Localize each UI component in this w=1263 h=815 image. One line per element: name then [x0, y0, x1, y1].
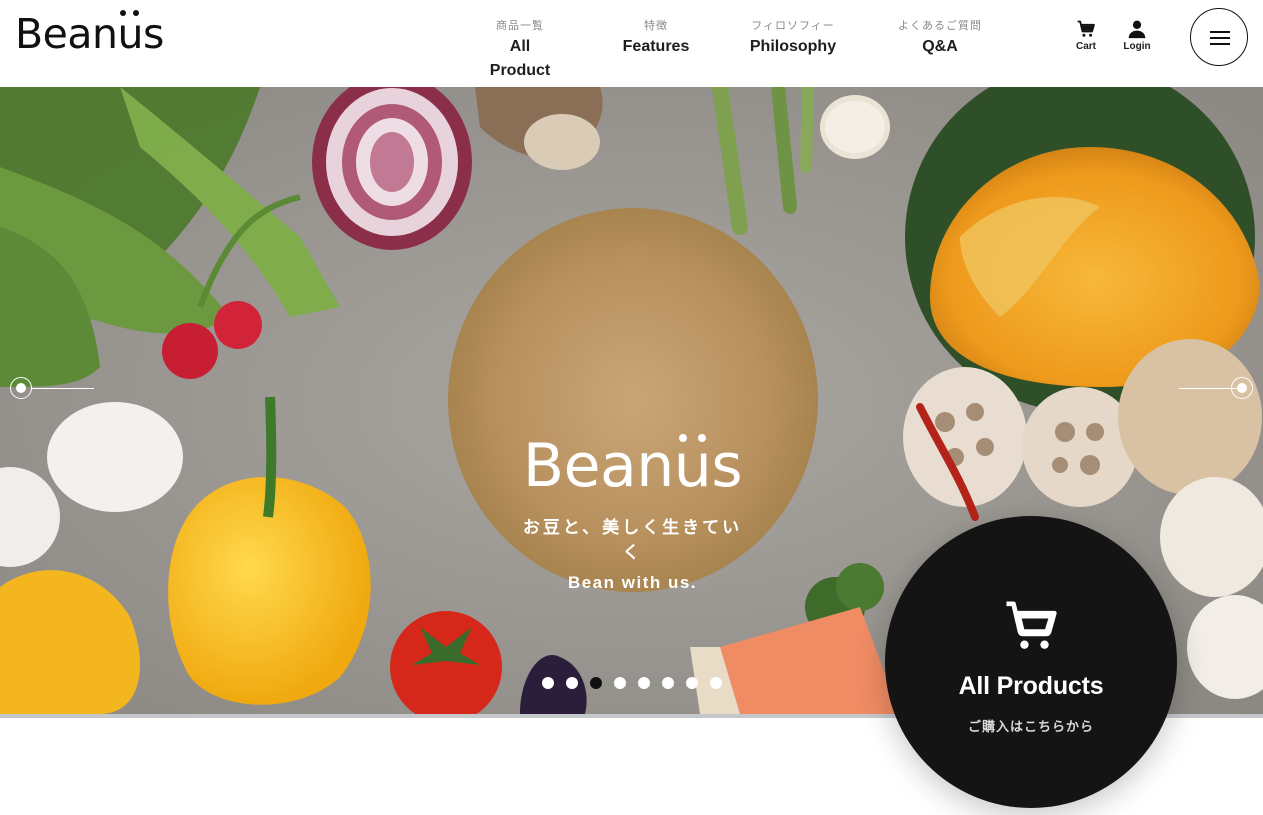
slider-dot[interactable] [638, 677, 650, 689]
slider-dot[interactable] [590, 677, 602, 689]
hero-tagline-en: Bean with us. [567, 573, 698, 592]
next-arrow-icon [1231, 377, 1253, 399]
slider-dot[interactable] [614, 677, 626, 689]
prev-arrow-icon [10, 377, 32, 399]
nav-philosophy-en: Philosophy [749, 38, 837, 55]
cart-icon [1077, 20, 1095, 37]
slider-dot[interactable] [686, 677, 698, 689]
slider-dot[interactable] [710, 677, 722, 689]
tomato-decoration [390, 611, 502, 714]
hamburger-icon [1210, 31, 1230, 33]
hero-logo-u: u [674, 434, 712, 497]
nav-all-product-en: All Product [489, 38, 551, 79]
nav-philosophy-jp: フィロソフィー [751, 20, 835, 32]
hero-logo-umlaut-dots [677, 434, 709, 444]
nav-qa-jp: よくあるご質問 [898, 20, 982, 32]
all-products-cta[interactable]: All Products ご購入はこちらから [885, 516, 1177, 808]
cta-subtitle: ご購入はこちらから [967, 719, 1094, 734]
slider-dot[interactable] [542, 677, 554, 689]
cart-label: Cart [1075, 41, 1096, 52]
hero-logo-post: s [711, 431, 743, 501]
egg-decoration [47, 402, 183, 512]
site-header: Bean us 商品一覧 All Product 特徴 Features フィロソ… [0, 0, 1263, 87]
prev-arrow-line [32, 388, 94, 389]
slider-next-button[interactable] [1179, 377, 1254, 401]
nav-all-product-jp: 商品一覧 [496, 20, 544, 32]
login-button[interactable]: Login [1120, 19, 1154, 52]
slider-dot[interactable] [566, 677, 578, 689]
asparagus-decoration [712, 87, 814, 235]
login-label: Login [1123, 41, 1151, 52]
hero-tagline-jp: お豆と、美しく生きていく [522, 518, 743, 562]
menu-button[interactable] [1190, 8, 1248, 66]
nav-all-product[interactable]: 商品一覧 All Product [478, 17, 562, 83]
nav-features-jp: 特徴 [644, 20, 668, 32]
user-icon [1128, 20, 1146, 39]
mushroom-decoration [475, 87, 890, 170]
nav-features[interactable]: 特徴 Features [620, 17, 692, 59]
cart-button[interactable]: Cart [1070, 19, 1102, 52]
cart-icon [1006, 601, 1057, 649]
hero-logo-pre: Bean [522, 431, 674, 501]
nav-qa-en: Q&A [922, 38, 958, 55]
nav-features-en: Features [622, 38, 690, 55]
hamburger-icon-bar [1210, 37, 1230, 39]
slider-prev-button[interactable] [10, 377, 94, 401]
nav-philosophy[interactable]: フィロソフィー Philosophy [744, 17, 842, 59]
hero-content: Bean us お豆と、美しく生きていく Bean with us. [520, 434, 745, 593]
cta-title: All Products [958, 672, 1104, 700]
slider-dot[interactable] [662, 677, 674, 689]
hamburger-icon-bar [1210, 43, 1230, 45]
hero-logo: Bean us [520, 434, 745, 497]
onion-decoration [312, 87, 472, 250]
nav-qa[interactable]: よくあるご質問 Q&A [892, 17, 988, 59]
